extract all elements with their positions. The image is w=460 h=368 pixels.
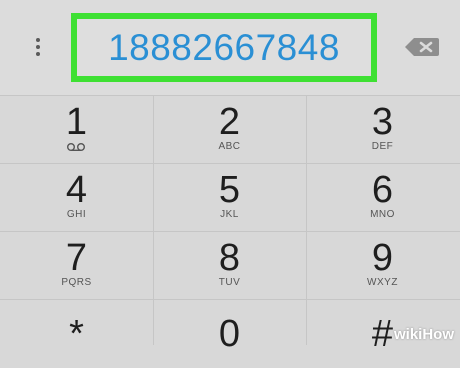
key-1[interactable]: 1 (0, 96, 153, 164)
key-letters: WXYZ (367, 277, 398, 288)
backspace-icon (405, 38, 439, 56)
key-letters: MNO (370, 209, 395, 220)
more-vert-icon (36, 38, 40, 42)
key-digit: 0 (218, 313, 241, 355)
key-6[interactable]: 6 MNO (306, 164, 459, 232)
key-digit: 8 (218, 237, 241, 279)
key-8[interactable]: 8 TUV (153, 232, 306, 300)
key-digit: 7 (65, 237, 88, 279)
key-star[interactable]: * (0, 300, 153, 368)
key-9[interactable]: 9 WXYZ (306, 232, 459, 300)
dialed-number-field[interactable]: 18882667848 (71, 13, 377, 82)
voicemail-icon (67, 143, 85, 152)
more-vert-icon-dot (36, 45, 40, 49)
key-digit: 9 (371, 237, 394, 279)
key-digit: 3 (371, 101, 394, 143)
more-vert-icon-dot (36, 52, 40, 56)
key-0[interactable]: 0 (153, 300, 306, 368)
key-letters: TUV (218, 277, 241, 288)
key-letters: PQRS (61, 277, 92, 288)
key-digit: 2 (218, 101, 241, 143)
more-options-button[interactable] (28, 34, 48, 64)
key-digit: 4 (65, 169, 88, 211)
key-digit: 5 (218, 169, 241, 211)
key-3[interactable]: 3 DEF (306, 96, 459, 164)
wikihow-watermark: wikiHow (393, 326, 454, 343)
dialed-number: 18882667848 (108, 26, 340, 68)
backspace-button[interactable] (404, 37, 440, 57)
key-7[interactable]: 7 PQRS (0, 232, 153, 300)
key-4[interactable]: 4 GHI (0, 164, 153, 232)
key-letters: DEF (371, 141, 394, 152)
key-letters: ABC (218, 141, 241, 152)
key-digit: 6 (371, 169, 394, 211)
key-digit: 1 (65, 101, 88, 143)
dialer-top-bar: 18882667848 (0, 0, 460, 95)
key-2[interactable]: 2 ABC (153, 96, 306, 164)
key-letters: GHI (66, 209, 87, 220)
key-digit: * (69, 313, 84, 355)
key-letters: JKL (220, 209, 239, 220)
key-5[interactable]: 5 JKL (153, 164, 306, 232)
